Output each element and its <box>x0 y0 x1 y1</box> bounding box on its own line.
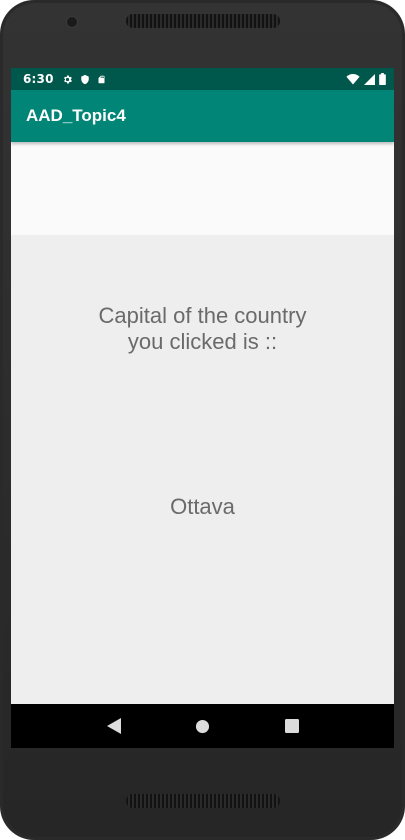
capital-value: Ottava <box>170 494 235 519</box>
status-icons-left <box>62 74 106 85</box>
bottom-speaker <box>126 794 280 808</box>
wifi-icon <box>346 73 360 84</box>
back-icon <box>106 718 121 734</box>
home-button[interactable] <box>188 711 218 741</box>
gear-icon <box>63 74 72 84</box>
status-icons-right <box>346 73 386 85</box>
navigation-bar <box>11 704 394 748</box>
earpiece-speaker <box>126 14 280 28</box>
app-bar: AAD_Topic4 <box>11 90 394 142</box>
capital-caption: Capital of the country you clicked is :: <box>98 303 307 354</box>
back-button[interactable] <box>99 711 129 741</box>
signal-icon <box>364 73 375 85</box>
app-title: AAD_Topic4 <box>26 106 126 125</box>
status-bar: 6:30 <box>11 68 394 90</box>
phone-frame: 6:30 AAD_Topic4 Capital of the country y… <box>0 0 405 840</box>
recents-button[interactable] <box>277 711 307 741</box>
shield-icon <box>80 74 89 84</box>
recents-icon <box>284 719 299 733</box>
main-content: Capital of the country you clicked is ::… <box>11 235 394 704</box>
home-icon <box>195 719 210 733</box>
sd-card-icon <box>98 75 105 83</box>
front-camera <box>67 17 77 27</box>
top-panel <box>11 142 394 235</box>
battery-icon <box>379 73 386 85</box>
device-screen: 6:30 AAD_Topic4 Capital of the country y… <box>11 68 394 748</box>
status-time: 6:30 <box>23 72 54 86</box>
